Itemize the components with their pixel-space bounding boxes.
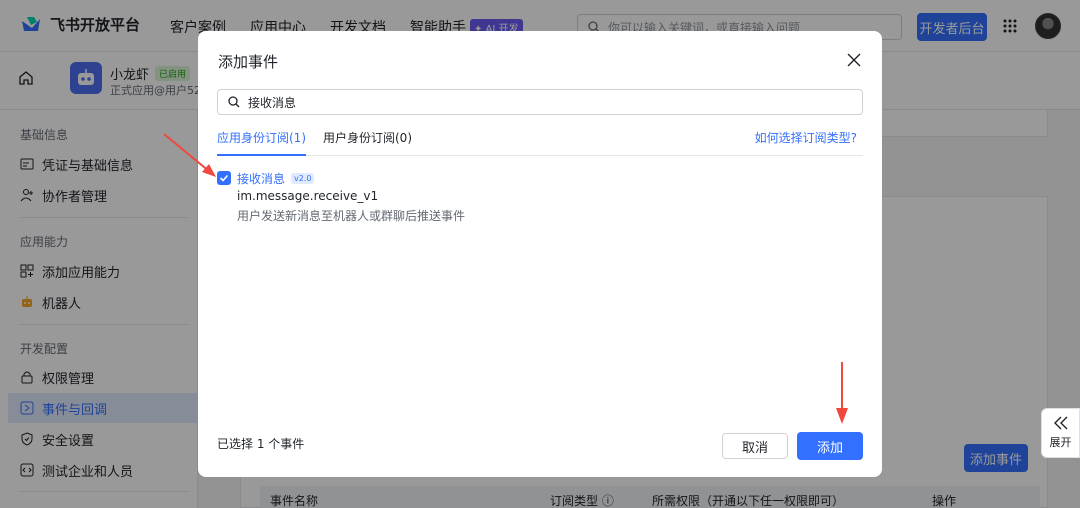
subscription-tabs: 应用身份订阅(1) 用户身份订阅(0) 如何选择订阅类型? (217, 129, 863, 156)
dialog-title: 添加事件 (218, 53, 279, 71)
event-name: 接收消息 (237, 172, 286, 186)
expand-panel-button[interactable]: 展开 (1041, 408, 1080, 458)
expand-label: 展开 (1049, 436, 1072, 449)
event-search-input-wrap[interactable] (217, 89, 863, 115)
double-chevron-left-icon (1053, 416, 1067, 430)
event-checkbox[interactable] (217, 171, 231, 185)
tab-user-subscription[interactable]: 用户身份订阅(0) (323, 129, 412, 156)
close-icon[interactable] (846, 52, 862, 68)
version-badge: v2.0 (291, 173, 315, 184)
subscription-help-link[interactable]: 如何选择订阅类型? (755, 129, 857, 146)
event-description: 用户发送新消息至机器人或群聊后推送事件 (237, 209, 466, 223)
search-icon (228, 96, 240, 108)
selected-count: 已选择 1 个事件 (217, 437, 305, 451)
event-search-input[interactable] (248, 95, 808, 109)
event-code: im.message.receive_v1 (237, 189, 379, 203)
add-event-dialog: 添加事件 应用身份订阅(1) 用户身份订阅(0) 如何选择订阅类型? 接收消息 … (198, 31, 882, 477)
cancel-button[interactable]: 取消 (722, 433, 788, 459)
confirm-add-button[interactable]: 添加 (797, 432, 863, 460)
event-name-row: 接收消息 v2.0 (237, 170, 315, 187)
tab-app-subscription[interactable]: 应用身份订阅(1) (217, 129, 306, 156)
check-icon (219, 174, 229, 182)
